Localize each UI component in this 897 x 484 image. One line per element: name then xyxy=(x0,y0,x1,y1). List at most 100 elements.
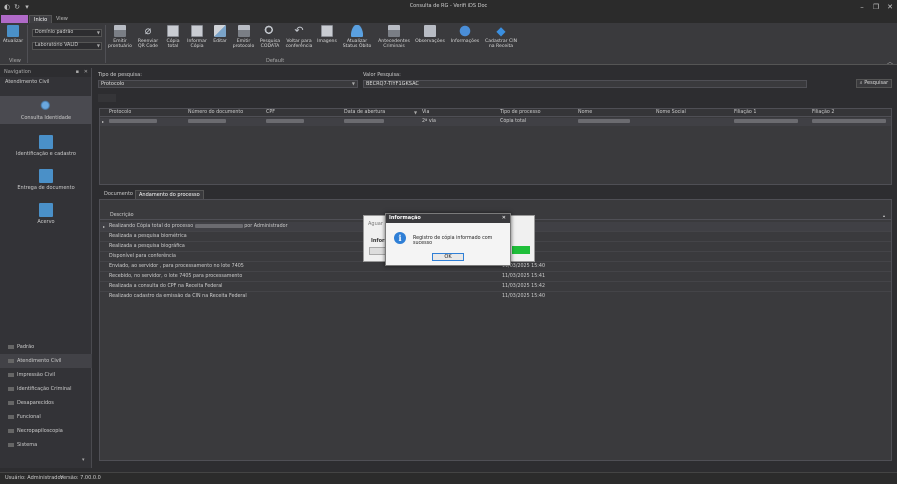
tab-inicio[interactable]: Início xyxy=(29,15,53,23)
redacted-data xyxy=(344,118,384,126)
search-type-select[interactable]: Protocolo ▼ xyxy=(98,80,358,88)
redacted-protocolo xyxy=(109,118,157,126)
nav-module-desaparecidos[interactable]: Desaparecidos xyxy=(0,396,92,410)
informar-copia-button[interactable]: Informar Cópia xyxy=(185,25,209,49)
collapse-ribbon-icon[interactable]: ︿ xyxy=(887,57,893,66)
maximize-button[interactable]: ❐ xyxy=(871,2,881,12)
navigation-pane: Navigation ▪ ✕ Atendimento Civil Consult… xyxy=(0,68,92,468)
nav-module-padrao[interactable]: Padrão xyxy=(0,340,92,354)
cadastrar-cin-button[interactable]: ◆ Cadastrar CIN na Receita xyxy=(482,25,520,49)
button-label: Atualizar Status Óbito xyxy=(342,39,372,49)
lab-select-value: Laboratório VALID xyxy=(35,43,79,48)
col-cpf[interactable]: CPF xyxy=(266,109,275,117)
history-desc: Enviado, ao servidor , para processament… xyxy=(109,264,244,269)
col-protocolo[interactable]: Protocolo xyxy=(109,109,131,117)
undo-icon: ↶ xyxy=(294,24,304,37)
list-item[interactable]: Realizada a consulta do CPF na Receita F… xyxy=(100,282,891,292)
history-time: 11/03/2025 15:40 xyxy=(502,294,545,299)
folder-icon xyxy=(8,428,14,433)
nav-entrega-documento[interactable]: Entrega de documento xyxy=(0,166,92,194)
window-title: Consulta de RG - Verifi iDS Doc xyxy=(409,3,488,9)
reenviar-qrcode-button[interactable]: ⌀ Reenviar QR Code xyxy=(135,25,161,50)
search-value-input[interactable]: BECRQ7-TIYF1GKSAC xyxy=(363,80,807,88)
list-item[interactable]: Realizado cadastro da emissão da CIN na … xyxy=(100,292,891,302)
button-label: Informar Cópia xyxy=(187,39,207,49)
copia-total-button[interactable]: Cópia total xyxy=(163,25,183,49)
col-nome[interactable]: Nome xyxy=(578,109,592,117)
cell-via: 2ª via xyxy=(422,119,436,124)
nav-module-atendimento-civil[interactable]: Atendimento Civil xyxy=(0,354,92,368)
imagens-button[interactable]: Imagens xyxy=(316,25,338,44)
nav-module-necropapiloscopia[interactable]: Necropapiloscopia xyxy=(0,424,92,438)
domain-select[interactable]: Domínio padrão ▼ xyxy=(32,29,102,37)
update-label: Atualizar xyxy=(2,39,24,44)
nav-module-funcional[interactable]: Funcional xyxy=(0,410,92,424)
sort-icon: ▼ xyxy=(414,110,418,115)
search-type-label: Tipo de pesquisa: xyxy=(98,72,142,78)
search-button[interactable]: ⌕ Pesquisar xyxy=(856,79,892,88)
col-numero-documento[interactable]: Número do documento xyxy=(188,109,243,117)
chevron-down-icon[interactable]: ▾ xyxy=(82,457,85,463)
tab-file[interactable] xyxy=(1,15,28,23)
close-icon[interactable]: ✕ xyxy=(502,214,506,223)
row-indicator-icon: ▸ xyxy=(102,119,105,124)
tab-andamento-processo[interactable]: Andamento do processo xyxy=(135,190,204,199)
ok-button[interactable]: OK xyxy=(432,253,464,261)
col-filiacao-2[interactable]: Filiação 2 xyxy=(812,109,834,117)
nav-group-title: Atendimento Civil xyxy=(5,79,50,85)
folder-icon xyxy=(8,344,14,349)
waiting-dialog-title: Aguar xyxy=(368,221,383,227)
atualizar-status-obito-button[interactable]: Atualizar Status Óbito xyxy=(340,25,374,49)
nav-module-label: Padrão xyxy=(17,344,35,350)
pesquisa-codata-button[interactable]: Pesquisa CODATA xyxy=(258,25,282,49)
close-button[interactable]: ✕ xyxy=(885,2,895,12)
group-panel xyxy=(98,94,116,102)
nav-acervo[interactable]: Acervo xyxy=(0,200,92,228)
button-label: Pesquisa CODATA xyxy=(259,39,281,49)
nav-consulta-identidade[interactable]: Consulta Identidade xyxy=(0,96,92,124)
main-content: Tipo de pesquisa: Protocolo ▼ Valor Pesq… xyxy=(93,68,897,468)
editar-button[interactable]: Editar xyxy=(211,25,229,44)
pin-icon[interactable]: ▪ xyxy=(76,68,79,77)
col-filiacao-1[interactable]: Filiação 1 xyxy=(734,109,756,117)
nav-identificacao-cadastro[interactable]: Identificação e cadastro xyxy=(0,132,92,160)
list-item[interactable]: Recebido, no servidor, o lote 7405 para … xyxy=(100,272,891,282)
update-button[interactable]: Atualizar xyxy=(2,25,24,44)
voltar-conferencia-button[interactable]: ↶ Voltar para conferência xyxy=(284,24,314,50)
nav-item-label: Identificação e cadastro xyxy=(16,151,76,157)
col-nome-social[interactable]: Nome Social xyxy=(656,109,686,117)
tab-view[interactable]: View xyxy=(52,15,72,23)
col-tipo-processo[interactable]: Tipo de processo xyxy=(500,109,541,117)
history-time: 11/03/2025 15:41 xyxy=(502,274,545,279)
title-bar: ◐ ↻ ▾ Consulta de RG - Verifi iDS Doc – … xyxy=(0,0,897,14)
notes-icon xyxy=(424,25,436,37)
button-label: Imagens xyxy=(317,39,337,44)
emitir-prontuario-button[interactable]: Emitir prontuário xyxy=(108,25,132,49)
table-row[interactable]: ▸ 2ª via Cópia total xyxy=(100,118,891,126)
col-descricao[interactable]: Descrição xyxy=(110,212,134,220)
nav-module-impressao-civil[interactable]: Impressão Civil xyxy=(0,368,92,382)
button-label: Observações xyxy=(415,39,445,44)
button-label: Reenviar QR Code xyxy=(137,39,159,49)
informacoes-button[interactable]: Informações xyxy=(449,25,481,44)
tab-documento[interactable]: Documento xyxy=(101,190,136,199)
emitir-protocolo-button[interactable]: Emitir protocolo xyxy=(231,25,256,49)
nav-module-sistema[interactable]: Sistema xyxy=(0,438,92,452)
button-label: Emitir prontuário xyxy=(108,39,132,49)
col-data-abertura[interactable]: Data de abertura xyxy=(344,109,385,117)
col-via[interactable]: Via xyxy=(422,109,429,117)
close-icon[interactable]: ✕ xyxy=(84,68,88,77)
cell-tipo-processo: Cópia total xyxy=(500,119,527,124)
nav-module-label: Atendimento Civil xyxy=(17,358,62,364)
antecedentes-criminais-button[interactable]: Antecedentes Criminais xyxy=(376,25,412,49)
history-desc: Realizado cadastro da emissão da CIN na … xyxy=(109,294,247,299)
chevron-up-icon[interactable]: ▴ xyxy=(883,212,885,220)
chevron-down-icon: ▼ xyxy=(96,43,100,48)
history-desc: Recebido, no servidor, o lote 7405 para … xyxy=(109,274,243,279)
ribbon-separator xyxy=(27,25,28,63)
observacoes-button[interactable]: Observações xyxy=(413,25,447,44)
nav-module-identificacao-criminal[interactable]: Identificação Criminal xyxy=(0,382,92,396)
default-group-label: Default xyxy=(266,58,285,64)
lab-select[interactable]: Laboratório VALID ▼ xyxy=(32,42,102,50)
minimize-button[interactable]: – xyxy=(857,2,867,12)
